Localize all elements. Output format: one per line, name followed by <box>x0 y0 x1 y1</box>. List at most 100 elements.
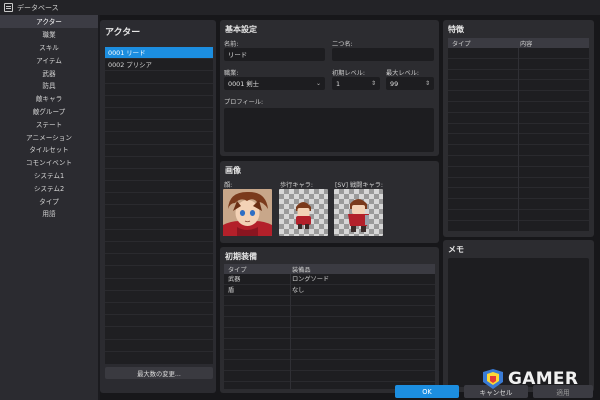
character-sprite-icon <box>296 202 311 229</box>
traits-panel: 特徴 タイプ 内容 <box>443 20 594 237</box>
max-level-stepper[interactable]: 99 ⇕ <box>386 77 434 90</box>
empty-list-row[interactable] <box>105 96 213 108</box>
empty-table-row[interactable] <box>224 306 435 318</box>
images-panel: 画像 顔: 歩行キャラ: [SV] 戦闘キャラ: <box>220 161 439 243</box>
table-row[interactable]: 盾 なし <box>224 285 435 296</box>
face-image[interactable] <box>223 189 272 236</box>
initial-equipment-panel: 初期装備 タイプ 装備品 武器 ロングソード 盾 なし <box>220 247 439 393</box>
database-sidebar: アクター 職業 スキル アイテム 武器 防具 敵キャラ 敵グループ ステート ア… <box>0 15 98 400</box>
sidebar-item-system2[interactable]: システム2 <box>0 181 98 194</box>
empty-list-row[interactable] <box>105 108 213 121</box>
sidebar-item-states[interactable]: ステート <box>0 117 98 130</box>
empty-table-row[interactable] <box>224 371 435 382</box>
nickname-label: 二つ名: <box>332 41 353 48</box>
face-portrait-icon <box>223 189 272 236</box>
empty-table-row[interactable] <box>224 360 435 372</box>
battler-image[interactable] <box>334 189 383 236</box>
empty-list-row[interactable] <box>105 327 213 340</box>
max-level-value: 99 <box>390 79 399 88</box>
chevron-down-icon: ⌄ <box>315 80 321 87</box>
actor-list-item[interactable]: 0001 リード <box>105 47 213 60</box>
window-title: データベース <box>17 3 59 12</box>
column-divider <box>518 48 519 231</box>
empty-list-row[interactable] <box>105 84 213 96</box>
traits-col-content: 内容 <box>520 40 533 48</box>
class-select[interactable]: 0001 剣士 ⌄ <box>224 77 325 90</box>
empty-list-row[interactable] <box>105 71 213 84</box>
column-divider <box>290 274 291 389</box>
empty-table-row[interactable] <box>224 296 435 307</box>
empty-list-row[interactable] <box>105 266 213 279</box>
database-app-icon <box>4 3 13 12</box>
sidebar-item-types[interactable]: タイプ <box>0 194 98 207</box>
sidebar-item-weapons[interactable]: 武器 <box>0 66 98 79</box>
empty-list-row[interactable] <box>105 242 213 255</box>
sidebar-item-classes[interactable]: 職業 <box>0 28 98 41</box>
empty-list-row[interactable] <box>105 218 213 230</box>
empty-table-row[interactable] <box>224 339 435 350</box>
ok-button[interactable]: OK <box>395 385 459 398</box>
empty-list-row[interactable] <box>105 145 213 157</box>
profile-textarea[interactable] <box>224 108 434 152</box>
empty-list-row[interactable] <box>105 132 213 145</box>
actor-list[interactable]: 0001 リード 0002 プリシア <box>105 47 213 364</box>
traits-table[interactable] <box>448 48 589 231</box>
equip-item-cell: ロングソード <box>292 276 330 284</box>
character-label: 歩行キャラ: <box>280 182 314 189</box>
empty-list-row[interactable] <box>105 169 213 182</box>
empty-list-row[interactable] <box>105 120 213 133</box>
sidebar-item-actors[interactable]: アクター <box>0 15 98 28</box>
class-select-value: 0001 剣士 <box>228 80 260 88</box>
face-label: 顔: <box>224 182 233 189</box>
sidebar-item-system1[interactable]: システム1 <box>0 169 98 182</box>
empty-list-row[interactable] <box>105 230 213 242</box>
gamer-logo-icon <box>483 369 503 389</box>
change-maximum-button[interactable]: 最大数の変更... <box>105 367 213 379</box>
max-level-label: 最大レベル: <box>386 70 420 77</box>
empty-list-row[interactable] <box>105 181 213 194</box>
initial-level-stepper[interactable]: 1 ⇕ <box>332 77 380 90</box>
basic-settings-panel: 基本設定 名前: リード 二つ名: 職業: 0001 剣士 ⌄ 初期レベル: 1… <box>220 20 439 156</box>
spin-arrows-icon[interactable]: ⇕ <box>371 80 376 87</box>
actor-list-panel: アクター 0001 リード 0002 プリシア 最大数の変更... <box>100 20 216 393</box>
table-row[interactable]: 武器 ロングソード <box>224 274 435 285</box>
empty-list-row[interactable] <box>105 315 213 328</box>
empty-list-row[interactable] <box>105 303 213 316</box>
actor-panel-title: アクター <box>105 28 141 38</box>
initial-level-value: 1 <box>336 79 341 88</box>
empty-table-row[interactable] <box>224 317 435 328</box>
memo-title: メモ <box>448 245 464 254</box>
empty-list-row[interactable] <box>105 193 213 206</box>
equipment-col-item: 装備品 <box>292 266 311 274</box>
basic-settings-title: 基本設定 <box>225 25 257 34</box>
name-field[interactable]: リード <box>224 48 325 61</box>
empty-list-row[interactable] <box>105 254 213 267</box>
sidebar-item-skills[interactable]: スキル <box>0 41 98 54</box>
nickname-field[interactable] <box>332 48 434 61</box>
images-title: 画像 <box>225 166 241 175</box>
spin-arrows-icon[interactable]: ⇕ <box>425 80 430 87</box>
traits-title: 特徴 <box>448 25 464 34</box>
sidebar-item-armors[interactable]: 防具 <box>0 79 98 92</box>
empty-table-row[interactable] <box>224 350 435 361</box>
empty-table-row[interactable] <box>224 328 435 339</box>
initial-level-label: 初期レベル: <box>332 70 366 77</box>
sidebar-item-animations[interactable]: アニメーション <box>0 130 98 143</box>
initial-equipment-title: 初期装備 <box>225 252 257 261</box>
empty-list-row[interactable] <box>105 340 213 352</box>
actor-list-item[interactable]: 0002 プリシア <box>105 59 213 72</box>
sidebar-item-terms[interactable]: 用語 <box>0 207 98 220</box>
sidebar-item-troops[interactable]: 敵グループ <box>0 105 98 118</box>
sidebar-item-tilesets[interactable]: タイルセット <box>0 143 98 156</box>
sidebar-item-items[interactable]: アイテム <box>0 53 98 66</box>
empty-list-row[interactable] <box>105 279 213 291</box>
character-image[interactable] <box>279 189 328 236</box>
empty-list-row[interactable] <box>105 157 213 169</box>
empty-list-row[interactable] <box>105 291 213 303</box>
class-label: 職業: <box>224 70 239 77</box>
equipment-table[interactable]: 武器 ロングソード 盾 なし <box>224 274 435 389</box>
sidebar-item-enemies[interactable]: 敵キャラ <box>0 92 98 105</box>
equip-item-cell: なし <box>292 287 305 295</box>
sidebar-item-common-events[interactable]: コモンイベント <box>0 156 98 169</box>
empty-list-row[interactable] <box>105 205 213 218</box>
